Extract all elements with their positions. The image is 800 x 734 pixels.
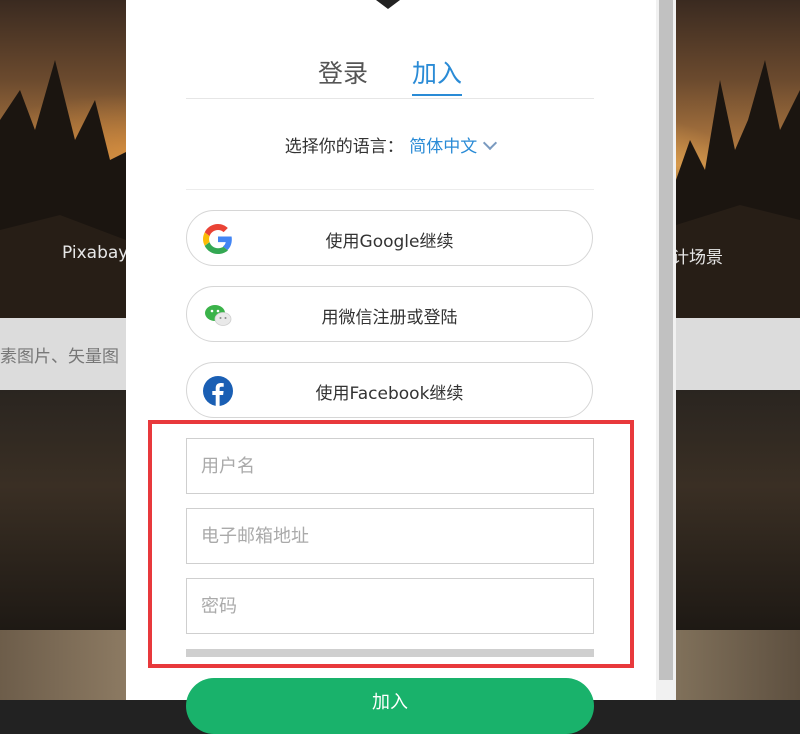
join-submit-button[interactable]: 加入	[186, 678, 594, 734]
background-search-text: 素图片、矢量图	[0, 347, 119, 367]
facebook-signin-button[interactable]: 使用Facebook继续	[186, 362, 593, 418]
chevron-down-icon	[483, 135, 498, 151]
language-selected: 简体中文	[409, 137, 478, 157]
tab-join[interactable]: 加入	[412, 54, 462, 90]
facebook-button-label: 使用Facebook继续	[315, 384, 464, 404]
background-headline-left: Pixabay	[62, 243, 129, 263]
wechat-signin-button[interactable]: 用微信注册或登陆	[186, 286, 593, 342]
section-divider	[186, 189, 594, 190]
language-prompt: 选择你的语言：	[284, 137, 404, 157]
language-dropdown[interactable]: 简体中文	[409, 135, 498, 157]
modal-pointer-notch	[376, 0, 400, 9]
google-signin-button[interactable]: 使用Google继续	[186, 210, 593, 266]
tab-login[interactable]: 登录	[318, 54, 368, 90]
modal-scrollbar-thumb[interactable]	[659, 0, 673, 680]
language-selector-row: 选择你的语言： 简体中文	[186, 132, 594, 157]
wechat-button-label: 用微信注册或登陆	[321, 308, 458, 328]
active-tab-indicator	[412, 94, 462, 96]
auth-tabs: 登录 加入	[186, 50, 594, 99]
google-button-label: 使用Google继续	[325, 232, 454, 252]
highlight-box	[148, 420, 634, 668]
